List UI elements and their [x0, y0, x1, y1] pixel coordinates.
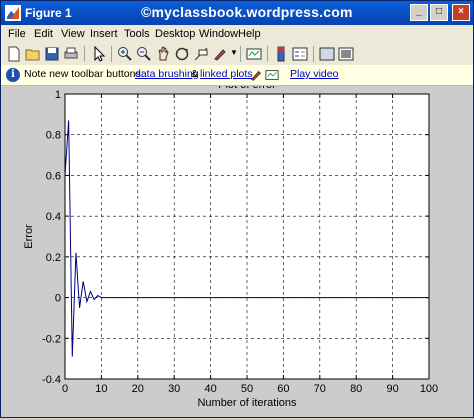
- link-small-icon: [265, 70, 279, 80]
- info-icon: i: [6, 68, 20, 82]
- figure-window: Figure 1 ©myclassbook.wordpress.com _ □ …: [0, 0, 474, 418]
- window-title: Figure 1: [25, 6, 72, 20]
- watermark-text: ©myclassbook.wordpress.com: [141, 4, 353, 20]
- x-tick-label: 20: [132, 383, 144, 395]
- x-tick-label: 50: [241, 383, 253, 395]
- show-plot-tools-icon[interactable]: [338, 46, 354, 62]
- matlab-logo-icon: [5, 5, 21, 21]
- brush-dropdown-icon[interactable]: ▼: [230, 48, 238, 57]
- toolbar-separator: [111, 46, 112, 62]
- menu-insert[interactable]: Insert: [90, 28, 118, 40]
- pan-icon[interactable]: [155, 46, 171, 62]
- select-arrow-icon[interactable]: [91, 46, 107, 62]
- y-tick-label: 0.4: [46, 211, 61, 223]
- minimize-button[interactable]: _: [410, 4, 428, 21]
- chart-title: Plot of error: [218, 86, 276, 91]
- hide-plot-tools-icon[interactable]: [319, 46, 335, 62]
- legend-icon[interactable]: [292, 46, 308, 62]
- save-icon[interactable]: [44, 46, 60, 62]
- y-tick-label: 0.2: [46, 252, 61, 264]
- x-tick-label: 30: [168, 383, 180, 395]
- open-file-icon[interactable]: [25, 46, 41, 62]
- plot-area: Plot of error0102030405060708090100-0.4-…: [1, 79, 473, 417]
- linked-plots-link[interactable]: linked plots: [200, 68, 253, 80]
- toolbar-separator: [313, 46, 314, 62]
- toolbar-separator: [84, 46, 85, 62]
- toolbar-separator: [240, 46, 241, 62]
- info-text: Note new toolbar buttons:: [24, 68, 144, 80]
- data-brushing-link[interactable]: data brushing: [135, 68, 199, 80]
- x-tick-label: 40: [204, 383, 216, 395]
- y-tick-label: 0.8: [46, 130, 61, 142]
- close-button[interactable]: ×: [452, 4, 470, 21]
- y-axis-label: Error: [23, 224, 35, 249]
- x-tick-label: 60: [277, 383, 289, 395]
- x-axis-label: Number of iterations: [197, 397, 297, 409]
- link-plot-icon[interactable]: [246, 46, 262, 62]
- brush-small-icon: [250, 70, 261, 81]
- x-tick-label: 90: [386, 383, 398, 395]
- x-tick-label: 10: [95, 383, 107, 395]
- figure-toolbar: ▼: [1, 43, 473, 66]
- x-tick-label: 70: [314, 383, 326, 395]
- menu-help[interactable]: Help: [238, 28, 261, 40]
- title-bar[interactable]: Figure 1 ©myclassbook.wordpress.com _ □ …: [1, 1, 473, 25]
- brush-icon[interactable]: [212, 46, 228, 62]
- menu-file[interactable]: File: [8, 28, 26, 40]
- new-figure-icon[interactable]: [6, 46, 22, 62]
- colorbar-icon[interactable]: [273, 46, 289, 62]
- data-cursor-icon[interactable]: [193, 46, 209, 62]
- menu-tools[interactable]: Tools: [124, 28, 150, 40]
- info-ampersand: &: [191, 68, 199, 80]
- play-video-link[interactable]: Play video: [290, 68, 338, 80]
- menu-desktop[interactable]: Desktop: [155, 28, 195, 40]
- zoom-in-icon[interactable]: [117, 46, 133, 62]
- maximize-button[interactable]: □: [430, 4, 448, 21]
- zoom-out-icon[interactable]: [136, 46, 152, 62]
- menu-edit[interactable]: Edit: [34, 28, 53, 40]
- y-tick-label: 0: [55, 293, 61, 305]
- x-tick-label: 80: [350, 383, 362, 395]
- menu-window[interactable]: Window: [199, 28, 238, 40]
- y-tick-label: 1: [55, 89, 61, 101]
- menu-view[interactable]: View: [61, 28, 85, 40]
- info-bar: i Note new toolbar buttons: data brushin…: [1, 65, 473, 86]
- y-tick-label: 0.6: [46, 170, 61, 182]
- menu-bar: File Edit View Insert Tools Desktop Wind…: [1, 25, 473, 43]
- print-icon[interactable]: [63, 46, 79, 62]
- x-tick-label: 100: [420, 383, 438, 395]
- rotate-3d-icon[interactable]: [174, 46, 190, 62]
- error-plot[interactable]: Plot of error0102030405060708090100-0.4-…: [1, 79, 473, 417]
- y-tick-label: -0.2: [42, 333, 61, 345]
- x-tick-label: 0: [62, 383, 68, 395]
- y-tick-label: -0.4: [42, 374, 61, 386]
- toolbar-separator: [267, 46, 268, 62]
